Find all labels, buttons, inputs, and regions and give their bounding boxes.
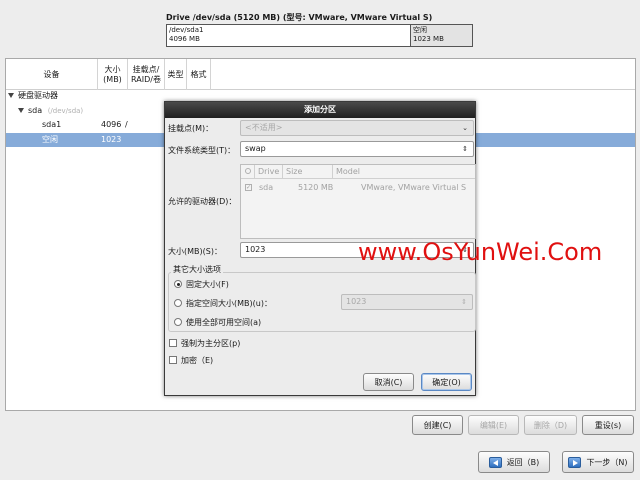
force-primary-checkbox[interactable] — [169, 339, 177, 347]
segment-size: 1023 MB — [413, 35, 444, 43]
drive-row-size: 5120 MB — [298, 183, 334, 192]
column-mount[interactable]: 挂载点/ RAID/卷 — [128, 59, 165, 90]
reset-button[interactable]: 重设(s) — [582, 415, 634, 435]
chevron-down-icon[interactable] — [8, 93, 14, 98]
mount-point-combo[interactable]: <不适用> ⌄ — [240, 120, 474, 136]
spin-updown-icon: ⇕ — [461, 298, 467, 306]
disk-segment-sda1[interactable]: /dev/sda1 4096 MB — [167, 25, 411, 46]
drive-row-sda[interactable]: ✓ — [245, 181, 252, 195]
fill-upto-label: 指定空间大小(MB)(u)： — [186, 299, 272, 308]
tree-header: 设备 大小 (MB) 挂载点/ RAID/卷 类型 格式 — [6, 59, 635, 90]
ok-button[interactable]: 确定(O) — [421, 373, 472, 391]
chevron-down-icon: ⌄ — [462, 124, 468, 132]
encrypt-label: 加密（E) — [181, 356, 214, 365]
row-label: 空闲 — [42, 135, 58, 144]
column-size[interactable]: Size — [283, 165, 333, 179]
row-path: (/dev/sda) — [47, 107, 84, 115]
create-button[interactable]: 创建(C) — [412, 415, 463, 435]
cancel-button[interactable]: 取消(C) — [363, 373, 414, 391]
row-label: sda1 — [42, 120, 62, 129]
segment-label: /dev/sda1 — [169, 26, 204, 34]
column-device[interactable]: 设备 — [6, 59, 98, 90]
size-label: 大小(MB)(S)： — [168, 247, 222, 256]
disk-usage-bar: /dev/sda1 4096 MB 空闲 1023 MB — [166, 24, 473, 47]
radio-column-icon — [241, 165, 255, 179]
drive-row-name: sda — [259, 183, 274, 192]
segment-size: 4096 MB — [169, 35, 200, 43]
radio-fill-upto[interactable] — [174, 299, 182, 307]
fixed-size-label: 固定大小(F) — [186, 280, 229, 289]
watermark: www.OsYunWei.Com — [358, 238, 603, 266]
force-primary-label: 强制为主分区(p) — [181, 339, 241, 348]
disk-segment-free[interactable]: 空闲 1023 MB — [411, 25, 472, 46]
arrow-left-icon — [488, 456, 502, 468]
row-label: 硬盘驱动器 — [18, 91, 58, 100]
fstype-label: 文件系统类型(T)： — [168, 146, 236, 155]
arrow-right-icon — [568, 456, 582, 468]
column-format[interactable]: 格式 — [187, 59, 211, 90]
chevron-down-icon[interactable] — [18, 108, 24, 113]
edit-button[interactable]: 编辑(E) — [468, 415, 519, 435]
disk-title: Drive /dev/sda (5120 MB) (型号: VMware, VM… — [166, 13, 433, 22]
radio-fill-all[interactable] — [174, 318, 182, 326]
row-label: sda — [28, 106, 43, 115]
chevron-updown-icon: ⇕ — [462, 145, 468, 153]
dialog-title: 添加分区 — [165, 102, 475, 118]
segment-label: 空闲 — [413, 26, 427, 34]
encrypt-checkbox[interactable] — [169, 356, 177, 364]
column-model[interactable]: Model — [333, 165, 477, 179]
fill-upto-spinbox[interactable]: 1023 ⇕ — [341, 294, 473, 310]
fstype-combo[interactable]: swap ⇕ — [240, 141, 474, 157]
column-type[interactable]: 类型 — [165, 59, 187, 90]
mount-point-label: 挂载点(M)： — [168, 124, 214, 133]
drive-list-header: Drive Size Model — [241, 165, 475, 179]
delete-button[interactable]: 删除（D) — [524, 415, 577, 435]
size-options-title: 其它大小选项 — [171, 264, 223, 275]
allowed-drives-label: 允许的驱动器(D)： — [168, 197, 237, 206]
row-size: 1023 — [101, 135, 122, 144]
column-size[interactable]: 大小 (MB) — [98, 59, 128, 90]
fill-all-label: 使用全部可用空间(a) — [186, 318, 262, 327]
allowed-drives-list[interactable]: Drive Size Model ✓ sda 5120 MB VMware, V… — [240, 164, 476, 239]
row-mount: / — [125, 120, 128, 129]
radio-fixed-size[interactable] — [174, 280, 182, 288]
checkbox-checked-icon[interactable]: ✓ — [245, 184, 252, 191]
next-button[interactable]: 下一步（N) — [562, 451, 634, 473]
row-size: 4096 — [101, 120, 122, 129]
column-drive[interactable]: Drive — [255, 165, 283, 179]
drive-row-model: VMware, VMware Virtual S — [361, 183, 467, 192]
back-button[interactable]: 返回（B) — [478, 451, 550, 473]
